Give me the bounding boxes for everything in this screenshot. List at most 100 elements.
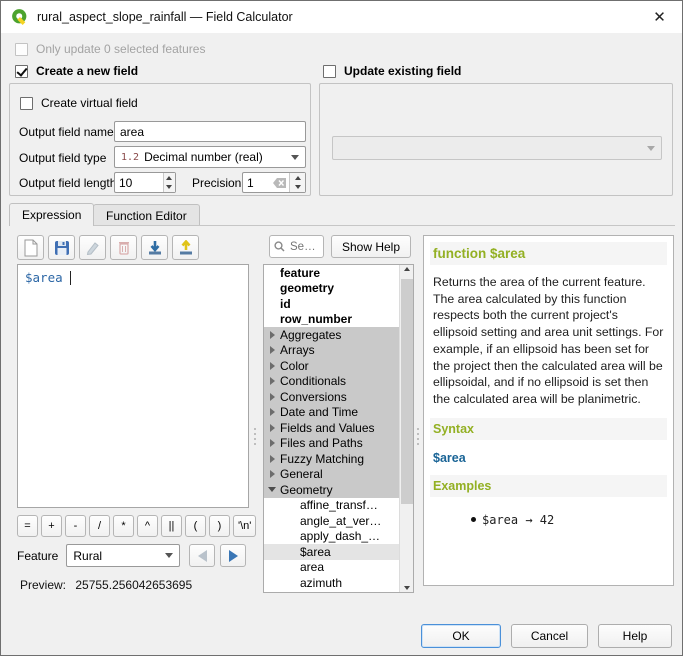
chevron-right-icon[interactable] [264,439,280,447]
next-feature-icon[interactable] [220,544,246,567]
operator-button[interactable]: / [89,515,110,537]
output-field-length-label: Output field length [19,176,116,190]
spin-down-icon[interactable] [164,183,175,193]
chevron-right-icon[interactable] [264,362,280,370]
preview-line: Preview: 25755.256042653695 [20,578,192,592]
operator-button[interactable]: * [113,515,134,537]
tree-item-area[interactable]: area [264,560,399,576]
show-help-button[interactable]: Show Help [331,235,411,258]
search-input[interactable] [288,240,319,254]
tree-item-label: apply_dash_… [300,529,380,543]
tree-group-geometry[interactable]: Geometry [264,482,399,498]
tree-group-general[interactable]: General [264,467,399,483]
tree-item-$area[interactable]: $area [264,544,399,560]
cancel-button[interactable]: Cancel [511,624,588,648]
tree-item-affine_transf[interactable]: affine_transf… [264,498,399,514]
spin-up-icon[interactable] [290,173,305,183]
operator-button[interactable]: || [161,515,182,537]
output-field-length-input[interactable] [115,173,163,192]
feature-dropdown[interactable]: Rural [66,544,180,567]
output-field-type-value: Decimal number (real) [144,150,263,164]
operator-button[interactable]: = [17,515,38,537]
scroll-up-icon[interactable] [404,267,410,271]
spin-arrows[interactable] [289,173,305,192]
precision-input[interactable] [243,173,265,192]
tree-item-row_number[interactable]: row_number [264,312,399,328]
output-field-type-dropdown[interactable]: 1.2 Decimal number (real) [114,146,306,168]
tree-item-label: $area [300,545,331,559]
operator-button[interactable]: ^ [137,515,158,537]
clear-value-icon[interactable] [273,173,289,192]
tree-item-azimuth[interactable]: azimuth [264,575,399,591]
function-search[interactable] [269,235,324,258]
tree-item-label: Fields and Values [280,421,375,435]
splitter-right[interactable] [415,416,421,456]
chevron-right-icon[interactable] [264,470,280,478]
tree-item-feature[interactable]: feature [264,265,399,281]
chevron-down-icon[interactable] [264,487,280,492]
tree-group-date-and-time[interactable]: Date and Time [264,405,399,421]
tab-expression-label: Expression [22,208,81,222]
chevron-right-icon[interactable] [264,455,280,463]
tree-item-label: feature [280,266,320,280]
tree-item-label: area [300,560,324,574]
tree-item-label: boundary [300,591,350,593]
tree-group-aggregates[interactable]: Aggregates [264,327,399,343]
chevron-right-icon[interactable] [264,393,280,401]
spin-down-icon[interactable] [290,183,305,193]
spin-arrows[interactable] [163,173,175,192]
precision-spinbox[interactable] [242,172,306,193]
help-example-text: $area → 42 [482,513,554,527]
chevron-right-icon[interactable] [264,331,280,339]
splitter-left[interactable] [252,416,258,456]
operator-button[interactable]: - [65,515,86,537]
operator-button[interactable]: '\n' [233,515,256,537]
bullet-icon [471,517,476,522]
checkbox-icon [323,65,336,78]
save-expression-icon[interactable] [48,235,75,260]
help-button[interactable]: Help [598,624,672,648]
chevron-right-icon[interactable] [264,377,280,385]
tree-group-arrays[interactable]: Arrays [264,343,399,359]
tree-item-geometry[interactable]: geometry [264,281,399,297]
tree-group-fields-and-values[interactable]: Fields and Values [264,420,399,436]
tree-item-boundary[interactable]: boundary [264,591,399,594]
only-update-label: Only update 0 selected features [36,42,205,56]
preview-label: Preview: [20,578,66,592]
chevron-right-icon[interactable] [264,424,280,432]
tab-expression[interactable]: Expression [9,203,94,226]
function-help-panel: function $area Returns the area of the c… [423,235,674,586]
precision-label: Precision [192,176,241,190]
expression-editor[interactable]: $area [17,264,249,508]
create-new-field-checkbox[interactable]: Create a new field [15,64,138,78]
import-expression-icon[interactable] [141,235,168,260]
scrollbar-thumb[interactable] [401,279,413,504]
only-update-checkbox: Only update 0 selected features [15,42,205,56]
scrollbar[interactable] [399,265,413,592]
chevron-right-icon[interactable] [264,408,280,416]
tree-item-apply_dash_[interactable]: apply_dash_… [264,529,399,545]
create-virtual-field-checkbox[interactable]: Create virtual field [20,96,138,110]
new-expression-icon[interactable] [17,235,44,260]
tree-group-files-and-paths[interactable]: Files and Paths [264,436,399,452]
operator-button[interactable]: ) [209,515,230,537]
update-existing-field-checkbox[interactable]: Update existing field [323,64,461,78]
operator-button[interactable]: + [41,515,62,537]
existing-field-dropdown [332,136,662,160]
close-icon[interactable]: ✕ [637,1,682,32]
tree-group-color[interactable]: Color [264,358,399,374]
tab-function-editor[interactable]: Function Editor [93,204,200,226]
output-field-name-input[interactable] [114,121,306,142]
scroll-down-icon[interactable] [404,586,410,590]
chevron-right-icon[interactable] [264,346,280,354]
export-expression-icon[interactable] [172,235,199,260]
tree-item-id[interactable]: id [264,296,399,312]
spin-up-icon[interactable] [164,173,175,183]
output-field-length-spinbox[interactable] [114,172,176,193]
tree-group-conditionals[interactable]: Conditionals [264,374,399,390]
operator-button[interactable]: ( [185,515,206,537]
tree-group-conversions[interactable]: Conversions [264,389,399,405]
tree-item-angle_at_ver[interactable]: angle_at_ver… [264,513,399,529]
ok-button[interactable]: OK [421,624,501,648]
tree-group-fuzzy-matching[interactable]: Fuzzy Matching [264,451,399,467]
